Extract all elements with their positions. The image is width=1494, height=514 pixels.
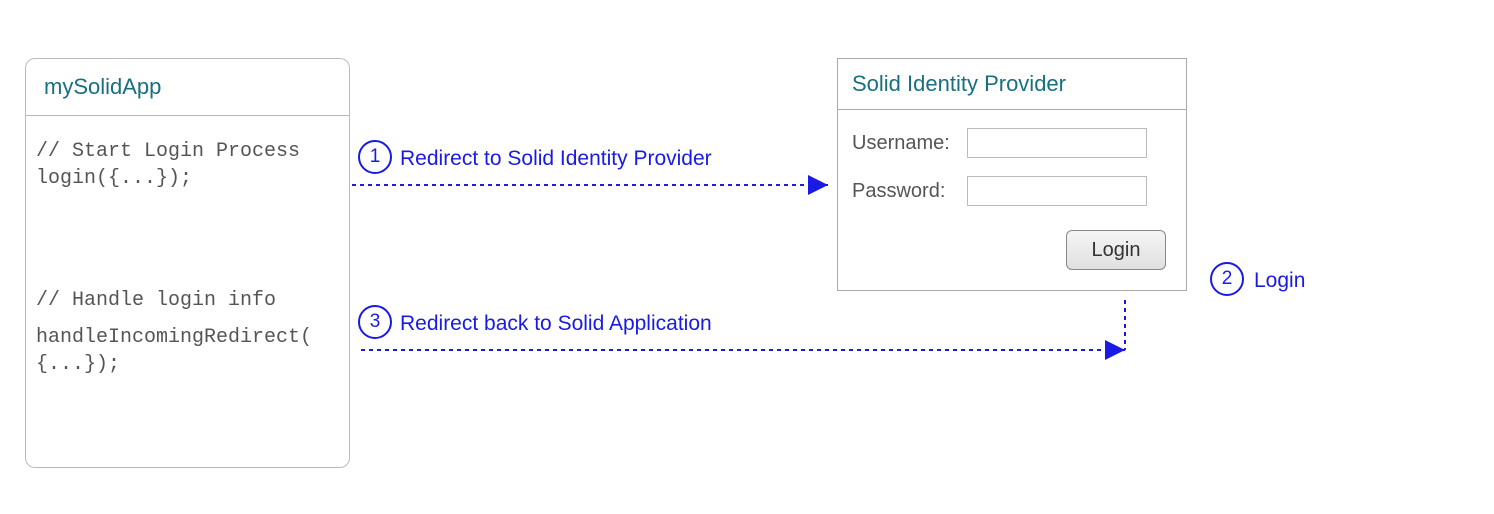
password-label: Password: [852,180,967,203]
code-comment-2: // Handle login info [36,287,339,314]
idp-title: Solid Identity Provider [838,59,1186,110]
step-1-number: 1 [370,146,381,168]
login-button[interactable]: Login [1066,230,1166,270]
app-box: mySolidApp // Start Login Process login(… [25,58,350,468]
step-3-badge: 3 [358,305,392,339]
username-row: Username: [852,128,1172,158]
code-call-1: login({...}); [36,165,339,192]
app-code-body: // Start Login Process login({...}); // … [26,116,349,388]
step-1-badge: 1 [358,140,392,174]
step-2-number: 2 [1222,268,1233,290]
password-input[interactable] [967,176,1147,206]
step-2-badge: 2 [1210,262,1244,296]
code-call-2b: {...}); [36,351,339,378]
step-3-label: Redirect back to Solid Application [400,312,712,336]
username-label: Username: [852,132,967,155]
step-3-number: 3 [370,311,381,333]
idp-box: Solid Identity Provider Username: Passwo… [837,58,1187,291]
app-title: mySolidApp [26,59,349,116]
step-2-label: Login [1254,269,1305,293]
code-comment-1: // Start Login Process [36,138,339,165]
username-input[interactable] [967,128,1147,158]
code-call-2a: handleIncomingRedirect( [36,324,339,351]
password-row: Password: [852,176,1172,206]
step-1-label: Redirect to Solid Identity Provider [400,147,712,171]
